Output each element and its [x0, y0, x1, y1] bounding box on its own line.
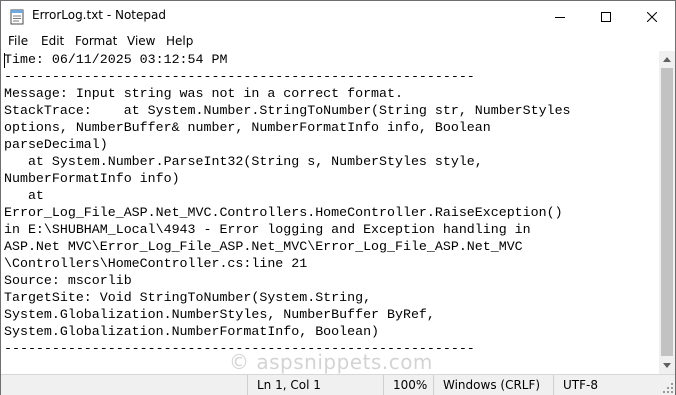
notepad-icon [10, 9, 24, 25]
title-bar[interactable]: ErrorLog.txt - Notepad [1, 1, 675, 32]
resize-grip-icon[interactable] [662, 382, 674, 394]
status-line-ending: Windows (CRLF) [433, 375, 554, 395]
menu-file[interactable]: File [8, 34, 28, 48]
minimize-icon [555, 16, 565, 18]
status-cursor-position: Ln 1, Col 1 [247, 375, 382, 395]
encoding-text: UTF-8 [563, 378, 598, 392]
scroll-up-icon [663, 56, 671, 62]
scroll-down-button[interactable] [659, 357, 675, 373]
zoom-text: 100% [393, 378, 428, 392]
maximize-button[interactable] [583, 1, 629, 32]
menu-bar: File Edit Format View Help [1, 32, 675, 51]
menu-help[interactable]: Help [166, 34, 193, 48]
minimize-button[interactable] [537, 1, 583, 32]
text-caret [4, 53, 5, 68]
vertical-scrollbar[interactable] [659, 51, 675, 374]
status-bar: Ln 1, Col 1 100% Windows (CRLF) UTF-8 [1, 374, 675, 395]
maximize-icon [601, 11, 611, 22]
close-button[interactable] [629, 1, 675, 32]
editor-content[interactable]: Time: 06/11/2025 03:12:54 PM -----------… [1, 51, 658, 357]
status-encoding: UTF-8 [553, 375, 676, 395]
close-icon [647, 11, 657, 22]
text-editor[interactable]: Time: 06/11/2025 03:12:54 PM -----------… [1, 51, 658, 374]
line-ending-text: Windows (CRLF) [443, 378, 541, 392]
status-zoom: 100% [383, 375, 434, 395]
scroll-up-button[interactable] [659, 51, 675, 67]
cursor-position-text: Ln 1, Col 1 [257, 378, 321, 392]
notepad-window: ErrorLog.txt - Notepad File Edit Format … [0, 0, 676, 395]
window-title: ErrorLog.txt - Notepad [32, 8, 166, 22]
scrollbar-thumb[interactable] [661, 68, 673, 356]
menu-edit[interactable]: Edit [41, 34, 64, 48]
menu-format[interactable]: Format [75, 34, 117, 48]
menu-view[interactable]: View [127, 34, 155, 48]
watermark: © aspsnippets.com [229, 350, 433, 374]
scroll-down-icon [663, 362, 671, 368]
